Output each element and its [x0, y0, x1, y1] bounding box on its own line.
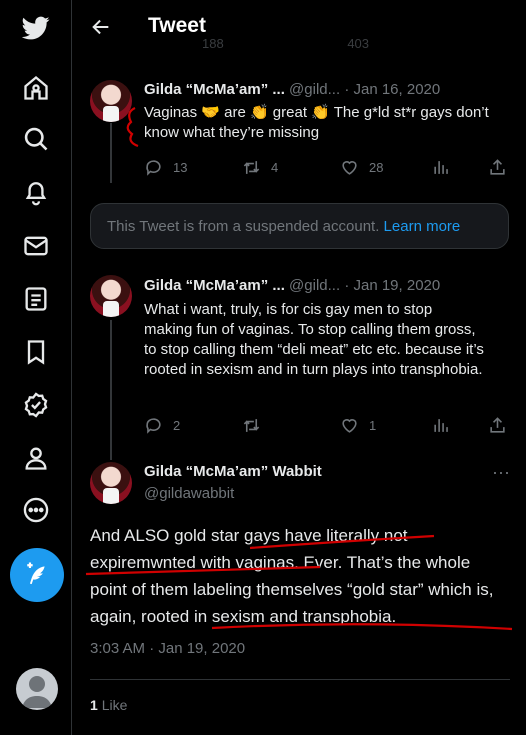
- red-annotation-marks: [85, 106, 513, 631]
- twitter-bird-icon[interactable]: [22, 14, 50, 42]
- account-avatar[interactable]: [16, 668, 58, 710]
- verified-badge-icon[interactable]: [22, 391, 50, 419]
- notifications-bell-icon[interactable]: [22, 178, 50, 206]
- feather-plus-icon: [27, 562, 45, 585]
- compose-tweet-button[interactable]: [10, 548, 64, 602]
- bookmarks-icon[interactable]: [22, 338, 50, 366]
- home-icon[interactable]: [22, 74, 50, 102]
- lists-icon[interactable]: [22, 285, 50, 313]
- more-circle-icon[interactable]: [22, 496, 50, 524]
- search-icon[interactable]: [22, 125, 50, 153]
- messages-envelope-icon[interactable]: [22, 232, 50, 260]
- sidebar: [0, 0, 72, 735]
- profile-person-icon[interactable]: [22, 444, 50, 472]
- main-column: Tweet 188 403 Gilda “McMa’am” ... @gild.…: [72, 0, 526, 735]
